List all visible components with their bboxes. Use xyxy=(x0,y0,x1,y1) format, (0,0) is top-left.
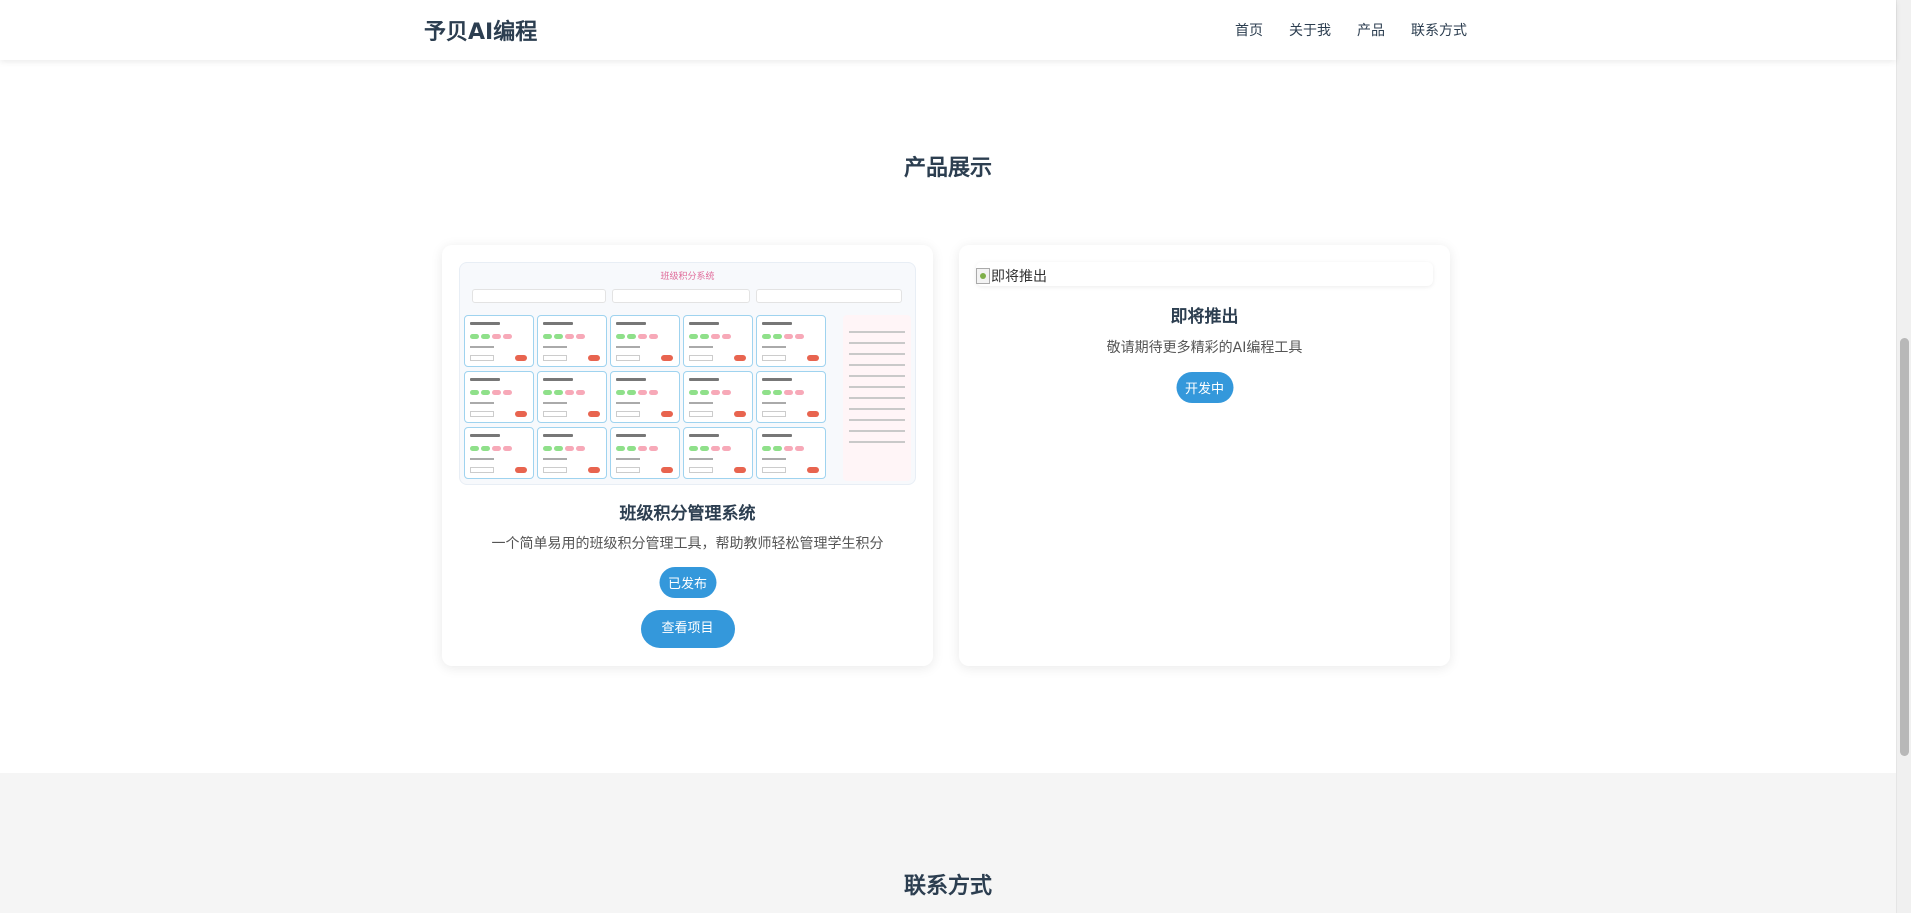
page-scrollbar[interactable] xyxy=(1896,0,1911,913)
status-badge-published: 已发布 xyxy=(658,567,717,598)
screenshot-ranking-row xyxy=(849,397,905,399)
screenshot-student-card xyxy=(464,371,534,423)
screenshot-toolbar xyxy=(612,289,750,303)
product-description: 敬请期待更多精彩的AI编程工具 xyxy=(1106,340,1303,356)
screenshot-student-card xyxy=(537,427,607,479)
screenshot-student-card xyxy=(610,371,680,423)
screenshot-student-card xyxy=(464,315,534,367)
screenshot-app-title: 班级积分系统 xyxy=(660,272,715,282)
product-title: 班级积分管理系统 xyxy=(619,504,756,524)
nav-link-home[interactable]: 首页 xyxy=(1235,20,1263,40)
product-card-class-points: 班级积分系统 班级积分管理系统 一个简单易用的班级积分管理工具，帮助教师轻松管理… xyxy=(442,245,933,666)
screenshot-student-card xyxy=(683,371,753,423)
screenshot-student-card xyxy=(756,371,826,423)
product-screenshot: 班级积分系统 xyxy=(459,262,916,485)
screenshot-ranking-row xyxy=(849,342,905,344)
screenshot-student-card xyxy=(610,427,680,479)
product-card-coming-soon: 即将推出 即将推出 敬请期待更多精彩的AI编程工具 开发中 xyxy=(959,245,1450,666)
screenshot-ranking-row xyxy=(849,419,905,421)
contact-section-title: 联系方式 xyxy=(903,874,992,899)
screenshot-student-card xyxy=(537,371,607,423)
image-alt-text: 即将推出 xyxy=(991,268,1047,285)
site-header: 予贝AI编程 首页 关于我 产品 联系方式 xyxy=(0,0,1896,60)
coming-soon-image: 即将推出 xyxy=(976,262,1433,286)
screenshot-ranking-row xyxy=(849,364,905,366)
screenshot-student-card xyxy=(537,315,607,367)
screenshot-student-grid xyxy=(464,315,836,479)
screenshot-ranking-panel xyxy=(843,315,911,481)
screenshot-toolbar xyxy=(472,289,606,303)
screenshot-ranking-row xyxy=(849,386,905,388)
nav-link-contact[interactable]: 联系方式 xyxy=(1411,20,1467,40)
product-description: 一个简单易用的班级积分管理工具，帮助教师轻松管理学生积分 xyxy=(491,536,884,552)
screenshot-student-card xyxy=(683,427,753,479)
screenshot-student-card xyxy=(464,427,534,479)
screenshot-ranking-row xyxy=(849,430,905,432)
main-nav: 首页 关于我 产品 联系方式 xyxy=(1235,20,1467,40)
screenshot-student-card xyxy=(610,315,680,367)
screenshot-student-card xyxy=(756,427,826,479)
screenshot-ranking-row xyxy=(849,408,905,410)
nav-link-products[interactable]: 产品 xyxy=(1357,20,1385,40)
product-title: 即将推出 xyxy=(1170,307,1239,327)
screenshot-toolbar xyxy=(756,289,902,303)
screenshot-ranking-row xyxy=(849,353,905,355)
view-project-button[interactable]: 查看项目 xyxy=(640,610,735,648)
screenshot-student-card xyxy=(756,315,826,367)
screenshot-ranking-row xyxy=(849,331,905,333)
site-logo[interactable]: 予贝AI编程 xyxy=(424,14,537,46)
scrollbar-thumb[interactable] xyxy=(1900,338,1909,756)
screenshot-student-card xyxy=(683,315,753,367)
screenshot-ranking-row xyxy=(849,375,905,377)
contact-section: 联系方式 xyxy=(0,773,1896,913)
screenshot-ranking-row xyxy=(849,441,905,443)
products-section-title: 产品展示 xyxy=(903,156,992,181)
nav-link-about[interactable]: 关于我 xyxy=(1289,20,1331,40)
status-badge-in-development: 开发中 xyxy=(1175,372,1234,403)
broken-image-icon xyxy=(976,267,990,284)
